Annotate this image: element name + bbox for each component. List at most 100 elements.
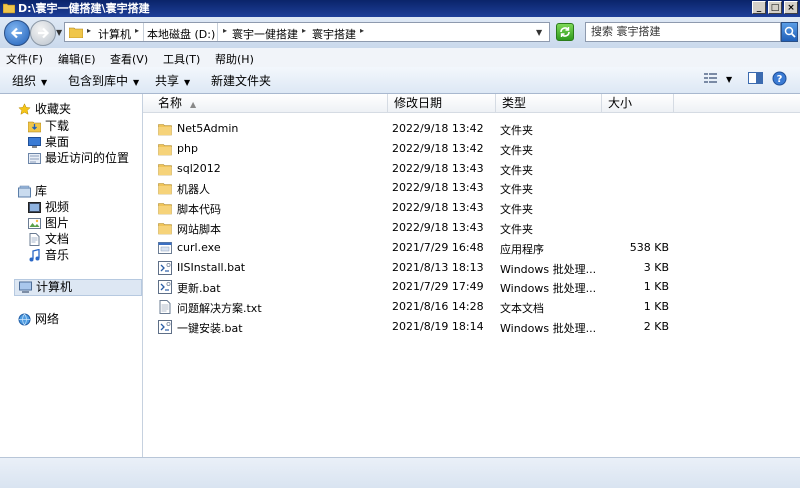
menu-bar: 文件(F) 编辑(E) 查看(V) 工具(T) 帮助(H) [0,48,800,68]
menu-edit[interactable]: 编辑(E) [58,51,96,67]
download-folder-icon [28,121,41,133]
file-row[interactable]: IISInstall.bat 2021/8/13 18:13 Windows 批处理… [143,258,800,278]
bat-icon [158,280,172,294]
network-icon [18,313,31,326]
desktop-icon [28,137,41,148]
column-date-modified[interactable]: 修改日期 [388,94,496,112]
back-button[interactable] [4,20,30,46]
file-row[interactable]: 网站脚本 2022/9/18 13:43 文件夹 [143,218,800,238]
chevron-right-icon[interactable]: ▸ [360,26,364,35]
column-header: 名称 ▲ 修改日期 类型 大小 [143,94,800,113]
recent-places-icon [28,153,41,164]
file-row[interactable]: php 2022/9/18 13:42 文件夹 [143,139,800,159]
folder-icon [3,3,15,14]
title-bar[interactable]: D:\寰宇一健搭建\寰宇搭建 _ □ × [0,0,800,17]
menu-view[interactable]: 查看(V) [110,51,148,67]
refresh-button[interactable] [556,23,574,41]
exe-icon [158,241,172,255]
chevron-down-icon: ▼ [184,78,191,87]
share-button[interactable]: 共享 ▼ [155,72,190,89]
help-button[interactable]: ? [772,71,787,89]
new-folder-button[interactable]: 新建文件夹 [211,72,271,89]
file-type: Windows 批处理... [500,263,597,276]
file-name: 问题解决方案.txt [177,302,262,315]
file-type: 文件夹 [500,124,533,137]
refresh-icon [560,27,570,37]
file-type: 文件夹 [500,183,533,196]
file-name: 更新.bat [177,282,221,295]
folder-icon [158,181,172,195]
chevron-right-icon[interactable]: ▸ [302,26,306,35]
file-date: 2021/8/16 14:28 [392,300,484,313]
file-row[interactable]: 一键安装.bat 2021/8/19 18:14 Windows 批处理... 2 K… [143,317,800,337]
forward-button[interactable] [30,20,56,46]
maximize-button[interactable]: □ [768,1,782,14]
chevron-right-icon[interactable]: ▸ [223,26,227,35]
computer-icon [19,281,32,293]
column-type[interactable]: 类型 [496,94,602,112]
svg-text:?: ? [777,74,783,85]
address-bar[interactable]: ▸ 计算机 ▸ 本地磁盘 (D:) ▸ 寰宇一健搭建 ▸ 寰宇搭建 ▸ [64,22,550,42]
include-in-library-button[interactable]: 包含到库中 ▼ [68,72,139,89]
column-name[interactable]: 名称 ▲ [152,94,388,112]
file-type: 文件夹 [500,144,533,157]
folder-icon [158,122,172,136]
star-icon [18,103,31,115]
breadcrumb-local-disk[interactable]: 本地磁盘 (D:) [147,26,215,42]
menu-tools[interactable]: 工具(T) [163,51,200,67]
file-date: 2022/9/18 13:43 [392,181,484,194]
address-dropdown[interactable]: ▼ [536,28,542,37]
chevron-right-icon[interactable]: ▸ [135,26,139,35]
organize-button[interactable]: 组织 ▼ [12,72,47,89]
file-row[interactable]: 更新.bat 2021/7/29 17:49 Windows 批处理... 1 KB [143,277,800,297]
file-type: 文件夹 [500,164,533,177]
minimize-button[interactable]: _ [752,1,766,14]
file-row[interactable]: 问题解决方案.txt 2021/8/16 14:28 文本文档 1 KB [143,297,800,317]
file-type: 文件夹 [500,203,533,216]
menu-file[interactable]: 文件(F) [6,51,43,67]
file-row[interactable]: Net5Admin 2022/9/18 13:42 文件夹 [143,119,800,139]
file-name: IISInstall.bat [177,261,246,274]
preview-pane-button[interactable] [748,71,763,88]
close-button[interactable]: × [784,1,798,14]
video-library-icon [28,202,41,213]
file-date: 2021/7/29 17:49 [392,280,484,293]
file-date: 2022/9/18 13:43 [392,162,484,175]
file-row[interactable]: 脚本代码 2022/9/18 13:43 文件夹 [143,198,800,218]
music-library-icon [29,249,40,262]
chevron-right-icon[interactable]: ▸ [87,26,91,35]
file-name: 网站脚本 [177,223,221,236]
nav-computer[interactable]: 计算机 [14,279,142,296]
view-options-dropdown[interactable]: ▼ [726,75,732,84]
file-size: 3 KB [643,261,669,274]
folder-icon [158,142,172,156]
arrow-right-icon [38,27,50,39]
file-date: 2021/8/19 18:14 [392,320,484,333]
help-icon: ? [772,71,787,86]
search-input[interactable]: 搜索 寰宇搭建 [585,22,781,42]
breadcrumb-folder-1[interactable]: 寰宇一健搭建 [232,26,298,42]
file-row[interactable]: sql2012 2022/9/18 13:43 文件夹 [143,159,800,179]
file-type: 文本文档 [500,302,544,315]
breadcrumb-computer[interactable]: 计算机 [98,26,131,42]
file-name: php [177,142,198,155]
picture-library-icon [28,218,41,229]
file-name: 机器人 [177,183,210,196]
file-row[interactable]: curl.exe 2021/7/29 16:48 应用程序 538 KB [143,238,800,258]
column-size[interactable]: 大小 [602,94,674,112]
preview-pane-icon [748,72,763,84]
search-button[interactable] [781,22,798,42]
file-type: Windows 批处理... [500,322,597,335]
bat-icon [158,320,172,334]
file-date: 2021/8/13 18:13 [392,261,484,274]
change-view-button[interactable] [703,71,719,88]
file-name: 脚本代码 [177,203,221,216]
folder-icon [158,221,172,235]
recent-pages-dropdown[interactable]: ▼ [56,28,62,37]
document-library-icon [29,233,40,246]
bat-icon [158,261,172,275]
file-row[interactable]: 机器人 2022/9/18 13:43 文件夹 [143,178,800,198]
breadcrumb-folder-2[interactable]: 寰宇搭建 [312,26,356,42]
search-icon [784,26,796,38]
menu-help[interactable]: 帮助(H) [215,51,254,67]
